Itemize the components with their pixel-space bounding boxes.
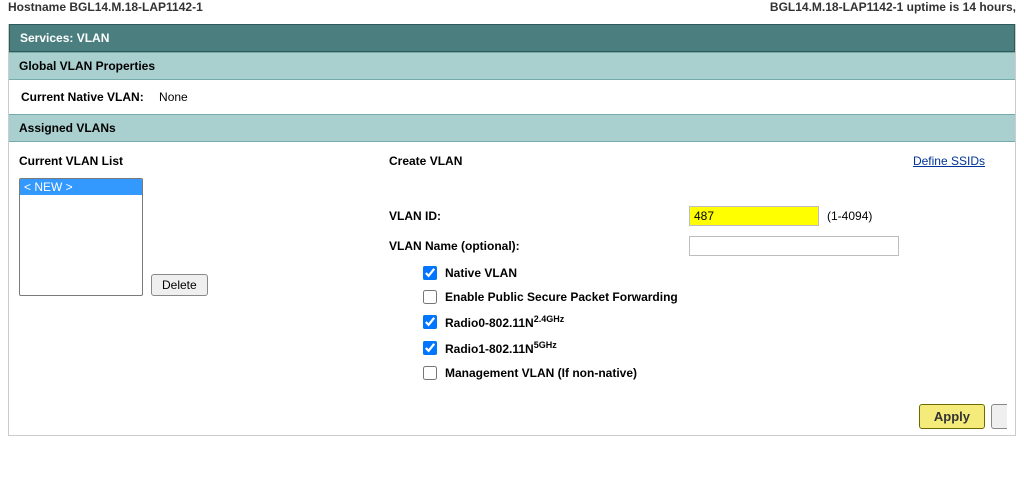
uptime-text: BGL14.M.18-LAP1142-1 uptime is 14 hours, <box>770 0 1016 14</box>
vlan-list-select[interactable]: < NEW > <box>19 178 143 296</box>
footer: Apply <box>9 390 1015 435</box>
vlan-id-input[interactable] <box>689 206 819 226</box>
pspf-checkbox[interactable] <box>423 290 437 304</box>
radio1-checkbox[interactable] <box>423 341 437 355</box>
vlan-name-label: VLAN Name (optional): <box>389 239 689 253</box>
mgmt-vlan-chk-label: Management VLAN (If non-native) <box>445 366 637 380</box>
radio1-base: Radio1-802.11N <box>445 342 534 356</box>
column-middle: Create VLAN Define SSIDs VLAN ID: (1-409… <box>259 154 1005 390</box>
apply-button[interactable]: Apply <box>919 404 985 429</box>
top-bar: Hostname BGL14.M.18-LAP1142-1 BGL14.M.18… <box>0 0 1024 24</box>
native-vlan-value: None <box>159 90 188 104</box>
vlan-id-label: VLAN ID: <box>389 209 689 223</box>
define-ssids-link[interactable]: Define SSIDs <box>913 154 985 168</box>
hostname: Hostname BGL14.M.18-LAP1142-1 <box>8 0 203 14</box>
delete-button[interactable]: Delete <box>151 274 208 296</box>
native-vlan-chk-label: Native VLAN <box>445 266 517 280</box>
pspf-chk-label: Enable Public Secure Packet Forwarding <box>445 290 678 304</box>
hostname-label: Hostname <box>8 0 66 14</box>
vlan-name-input[interactable] <box>689 236 899 256</box>
header-services-vlan: Services: VLAN <box>9 24 1015 52</box>
radio1-chk-label: Radio1-802.11N5GHz <box>445 340 557 356</box>
global-vlan-body: Current Native VLAN: None <box>9 80 1015 114</box>
native-vlan-checkbox[interactable] <box>423 266 437 280</box>
assigned-vlans-body: Current VLAN List < NEW > Delete Create … <box>9 142 1015 390</box>
partial-button[interactable] <box>991 404 1007 429</box>
vlan-list-option-new[interactable]: < NEW > <box>20 179 142 195</box>
create-vlan-title: Create VLAN <box>389 154 462 168</box>
main-panel: Services: VLAN Global VLAN Properties Cu… <box>8 24 1016 436</box>
radio0-base: Radio0-802.11N <box>445 316 534 330</box>
mgmt-vlan-checkbox[interactable] <box>423 366 437 380</box>
radio0-chk-label: Radio0-802.11N2.4GHz <box>445 314 564 330</box>
vlan-id-hint: (1-4094) <box>827 209 872 223</box>
header-assigned-vlans: Assigned VLANs <box>9 114 1015 142</box>
radio0-checkbox[interactable] <box>423 315 437 329</box>
header-global-vlan-properties: Global VLAN Properties <box>9 52 1015 80</box>
native-vlan-label: Current Native VLAN: <box>21 90 144 104</box>
column-left: Current VLAN List < NEW > Delete <box>19 154 259 390</box>
hostname-value: BGL14.M.18-LAP1142-1 <box>69 0 202 14</box>
current-vlan-list-title: Current VLAN List <box>19 154 259 168</box>
radio1-sup: 5GHz <box>534 340 557 350</box>
radio0-sup: 2.4GHz <box>534 314 565 324</box>
